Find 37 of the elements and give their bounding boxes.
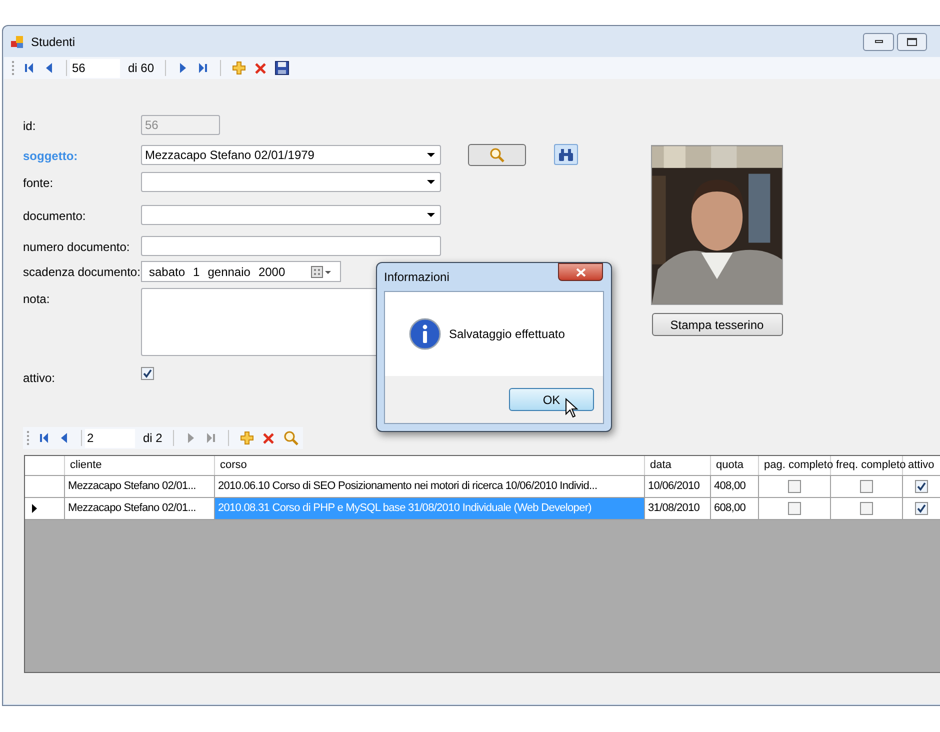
field-label: documento: — [23, 208, 87, 225]
date-part: 2000 — [258, 264, 286, 280]
column-header[interactable]: quota — [711, 456, 759, 475]
column-header[interactable]: data — [645, 456, 711, 475]
date-part: 1 — [193, 264, 200, 280]
date-part: gennaio — [208, 264, 250, 280]
print-card-button[interactable]: Stampa tesserino — [652, 313, 782, 336]
window-title: Studenti — [31, 34, 76, 50]
column-header[interactable]: cliente — [65, 456, 215, 475]
field-label: fonte: — [23, 175, 54, 192]
field-label: soggetto: — [23, 148, 79, 165]
date-part: sabato — [149, 264, 186, 280]
field-label: nota: — [23, 291, 51, 308]
field-value: 56 — [145, 117, 158, 134]
record-count: di 60 — [128, 60, 154, 77]
dialog-message: Salvataggio effettuato — [449, 326, 565, 343]
ok-button[interactable]: OK — [509, 388, 594, 411]
dialog-title: Informazioni — [384, 269, 450, 286]
table-cell: 608,00 — [711, 498, 759, 519]
table-cell: 2010.08.31 Corso di PHP e MySQL base 31/08/2010 Individuale (Web Developer) — [215, 498, 645, 519]
table-cell: 408,00 — [711, 476, 759, 497]
field-label: scadenza documento: — [23, 264, 141, 281]
record-position-field[interactable]: 2 — [85, 428, 135, 448]
record-count: di 2 — [143, 430, 162, 447]
table-cell: 31/08/2010 — [645, 498, 711, 519]
record-position-field[interactable]: 56 — [70, 58, 120, 78]
field-label: id: — [23, 118, 37, 135]
dropdown-field[interactable]: Mezzacapo Stefano 02/01/1979 — [141, 145, 441, 165]
column-header[interactable]: corso — [215, 456, 645, 475]
field-label: attivo: — [23, 370, 56, 387]
dropdown-value: Mezzacapo Stefano 02/01/1979 — [145, 147, 314, 164]
table-cell: 2010.06.10 Corso di SEO Posizionamento nei motori di ricerca 10/06/2010 Individ... — [215, 476, 645, 497]
date-picker[interactable]: sabato 1 gennaio 2000 — [141, 261, 341, 282]
table-cell: 10/06/2010 — [645, 476, 711, 497]
column-header[interactable]: pag. completo — [759, 456, 831, 475]
field-label: numero documento: — [23, 239, 131, 256]
table-cell: Mezzacapo Stefano 02/01... — [65, 476, 215, 497]
